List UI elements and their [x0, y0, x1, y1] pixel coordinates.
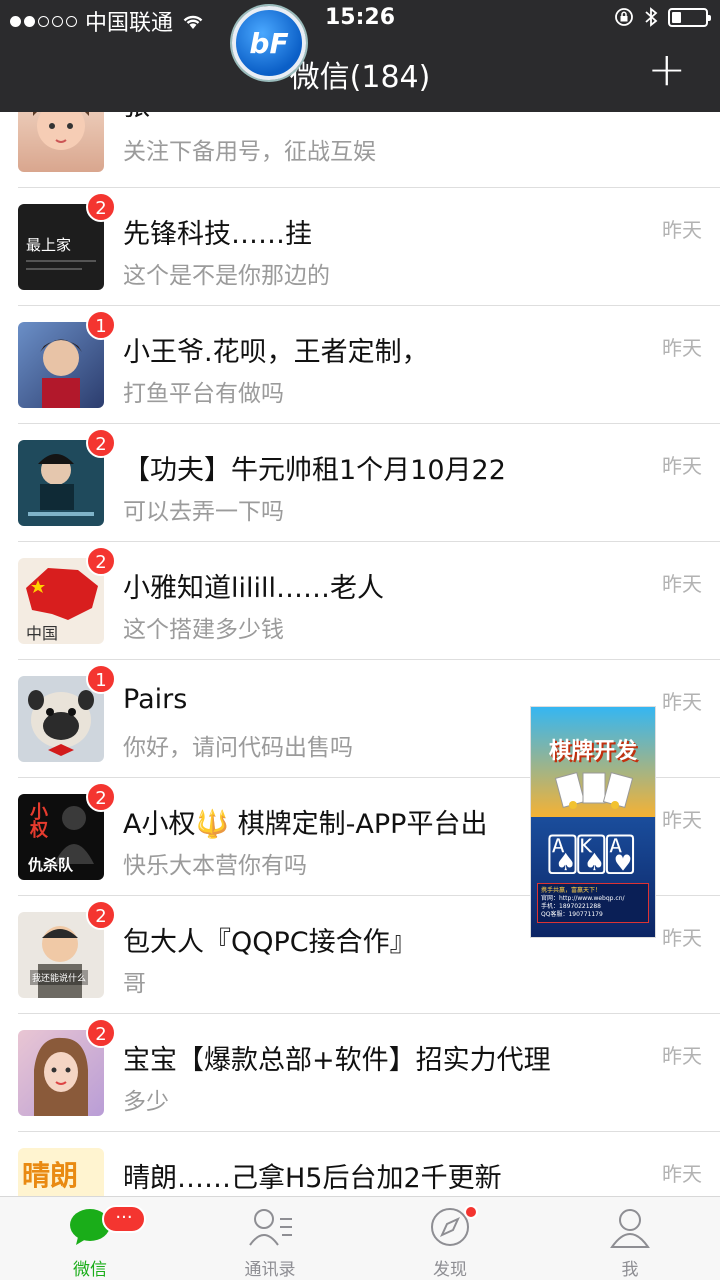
- tab-label: 我: [621, 1260, 639, 1280]
- ad-header: 棋牌开发: [531, 707, 655, 817]
- avatar-text: 我还能说什么: [30, 970, 89, 985]
- chat-preview: 哥: [123, 971, 146, 997]
- unread-badge: 2: [86, 1018, 116, 1048]
- battery-icon: [668, 7, 711, 27]
- chat-title: 小雅知道lilill……老人: [123, 573, 385, 604]
- nav-bar: 微信(184) +: [0, 36, 720, 112]
- chat-time: 昨天: [662, 690, 702, 714]
- bluetooth-icon: [645, 7, 658, 27]
- ad-title: 棋牌开发: [548, 739, 637, 764]
- ad-slogan: 携手共赢，富赢天下！: [541, 887, 602, 894]
- tab-chats[interactable]: ··· 微信: [0, 1197, 180, 1280]
- unread-badge: ···: [102, 1205, 146, 1233]
- chat-title: 晴朗……己拿H5后台加2千更新: [123, 1163, 502, 1194]
- unread-badge: 1: [86, 664, 116, 694]
- avatar-text: 中国: [26, 624, 59, 643]
- chat-title: A小权🔱 棋牌定制-APP平台出: [123, 809, 488, 840]
- ad-contact-box: 携手共赢，富赢天下！ 官网：http://www.webqp.cn/ 手机：18…: [537, 883, 649, 923]
- tab-discover[interactable]: 发现: [360, 1197, 540, 1280]
- ad-phone: 手机：18970221288: [541, 903, 601, 910]
- unread-badge: 2: [86, 192, 116, 222]
- ad-qq: QQ客服：190771179: [541, 911, 603, 918]
- chat-preview: 这个是不是你那边的: [123, 263, 330, 289]
- tab-label: 发现: [433, 1260, 467, 1280]
- chat-time: 昨天: [662, 1162, 702, 1186]
- chat-time: 昨天: [662, 926, 702, 950]
- chat-preview: 你好，请问代码出售吗: [123, 735, 353, 761]
- rotation-lock-icon: [615, 8, 633, 26]
- status-bar: 中国联通 15:26: [0, 0, 720, 36]
- avatar-text: 晴朗: [22, 1159, 79, 1192]
- chat-time: 昨天: [662, 808, 702, 832]
- avatar: [18, 112, 104, 172]
- chat-title: Pairs: [123, 684, 188, 715]
- chat-preview: 关注下备用号，征战互娱: [123, 139, 376, 165]
- contacts-icon: [249, 1209, 292, 1246]
- chat-title: 宝宝【爆款总部+软件】招实力代理: [123, 1045, 551, 1076]
- unread-badge: 2: [86, 428, 116, 458]
- playing-cards-icon: 🂡🂮🂱: [545, 835, 637, 875]
- chat-time: 昨天: [662, 572, 702, 596]
- unread-badge: 1: [86, 310, 116, 340]
- tab-contacts[interactable]: 通讯录: [180, 1197, 360, 1280]
- chat-preview: 可以去弄一下吗: [123, 499, 284, 525]
- chat-title: 包大人『QQPC接合作』: [123, 927, 417, 958]
- chat-preview: 多少: [123, 1089, 169, 1115]
- avatar: 晴朗: [18, 1148, 104, 1196]
- chat-row[interactable]: 2 【功夫】牛元帅租1个月10月22 可以去弄一下吗 昨天: [0, 424, 720, 542]
- bf-logo-overlay: bF: [232, 6, 306, 80]
- ad-website: 官网：http://www.webqp.cn/: [541, 895, 625, 902]
- chat-time: 昨天: [662, 218, 702, 242]
- chat-title: 【功夫】牛元帅租1个月10月22: [123, 455, 506, 486]
- chat-list[interactable]: 张 关注下备用号，征战互娱 最上家 2 先锋科技……挂 这个是不是你那边的 昨天…: [0, 112, 720, 1196]
- add-button[interactable]: +: [647, 46, 686, 92]
- chat-preview: 打鱼平台有做吗: [123, 381, 284, 407]
- avatar-text: 仇杀队: [28, 856, 74, 874]
- chat-preview: 快乐大本营你有吗: [123, 853, 307, 879]
- chat-row[interactable]: 中国 2 小雅知道lilill……老人 这个搭建多少钱 昨天: [0, 542, 720, 660]
- chat-row[interactable]: 张 关注下备用号，征战互娱: [0, 112, 720, 188]
- chat-row[interactable]: 1 小王爷.花呗，王者定制， 打鱼平台有做吗 昨天: [0, 306, 720, 424]
- tab-me[interactable]: 我: [540, 1197, 720, 1280]
- chat-time: 昨天: [662, 336, 702, 360]
- chat-title: 先锋科技……挂: [123, 219, 312, 250]
- chat-row[interactable]: 最上家 2 先锋科技……挂 这个是不是你那边的 昨天: [0, 188, 720, 306]
- profile-icon: [610, 1209, 650, 1248]
- chat-row[interactable]: 晴朗 晴朗……己拿H5后台加2千更新 昨天: [0, 1132, 720, 1196]
- chat-preview: 这个搭建多少钱: [123, 617, 284, 643]
- unread-badge: 2: [86, 546, 116, 576]
- tab-label: 微信: [73, 1260, 107, 1280]
- status-icons: [614, 6, 711, 28]
- cards-icon: [553, 769, 635, 809]
- chat-title: 小王爷.花呗，王者定制，: [123, 337, 429, 368]
- floating-ad-banner[interactable]: 棋牌开发 🂡🂮🂱 携手共赢，富赢天下！ 官网：http://www.webqp.…: [530, 706, 656, 938]
- avatar-text: 最上家: [26, 236, 72, 254]
- chat-time: 昨天: [662, 1044, 702, 1068]
- tab-bar: ··· 微信 通讯录 发现 我: [0, 1196, 720, 1280]
- status-time: 15:26: [324, 5, 396, 30]
- unread-badge: 2: [86, 782, 116, 812]
- unread-badge: 2: [86, 900, 116, 930]
- new-indicator-dot: [464, 1205, 478, 1219]
- chat-row[interactable]: 2 宝宝【爆款总部+软件】招实力代理 多少 昨天: [0, 1014, 720, 1132]
- chat-time: 昨天: [662, 454, 702, 478]
- chat-title: 张: [123, 112, 150, 123]
- tab-label: 通讯录: [244, 1260, 296, 1280]
- page-title: 微信(184): [289, 60, 431, 95]
- ad-body: 🂡🂮🂱 携手共赢，富赢天下！ 官网：http://www.webqp.cn/ 手…: [531, 817, 655, 937]
